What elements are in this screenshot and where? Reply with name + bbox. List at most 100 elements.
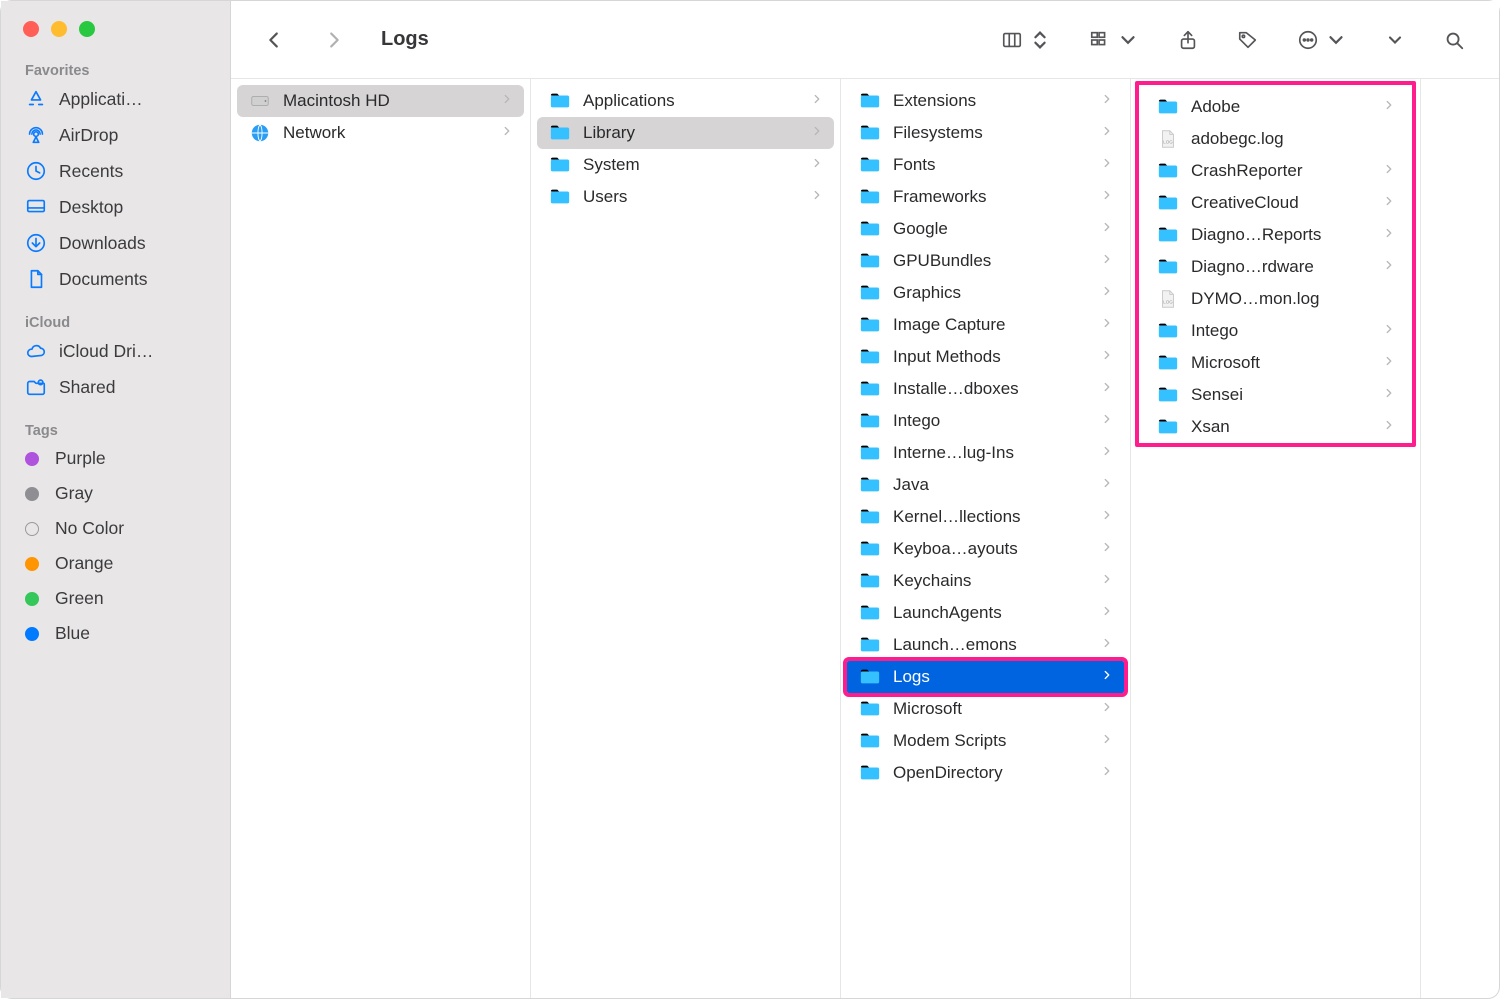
browser-row[interactable]: Applications	[537, 85, 834, 117]
chevron-right-icon	[1382, 97, 1396, 117]
folder-icon	[1157, 192, 1179, 214]
close-window-button[interactable]	[23, 21, 39, 37]
row-label: DYMO…mon.log	[1191, 289, 1396, 309]
browser-row[interactable]: Modem Scripts	[847, 725, 1124, 757]
browser-row[interactable]: CreativeCloud	[1145, 187, 1406, 219]
browser-row[interactable]: Installe…dboxes	[847, 373, 1124, 405]
browser-row[interactable]: Xsan	[1145, 411, 1406, 443]
browser-row[interactable]: Diagno…Reports	[1145, 219, 1406, 251]
file-icon	[1157, 288, 1179, 310]
browser-row[interactable]: CrashReporter	[1145, 155, 1406, 187]
group-mode-button[interactable]	[1075, 23, 1153, 57]
nav-back-button[interactable]	[249, 23, 299, 57]
browser-row[interactable]: OpenDirectory	[847, 757, 1124, 789]
browser-row[interactable]: Extensions	[847, 85, 1124, 117]
sidebar-tag-purple[interactable]: Purple	[9, 441, 222, 476]
row-label: Launch…emons	[893, 635, 1088, 655]
browser-row[interactable]: Adobe	[1145, 91, 1406, 123]
browser-row[interactable]: Sensei	[1145, 379, 1406, 411]
sidebar-item-doc[interactable]: Documents	[9, 261, 222, 297]
browser-row[interactable]: Google	[847, 213, 1124, 245]
sidebar-item-airdrop[interactable]: AirDrop	[9, 117, 222, 153]
folder-icon	[549, 90, 571, 112]
folder-icon	[859, 346, 881, 368]
sidebar-item-clock[interactable]: Recents	[9, 153, 222, 189]
tag-label: Green	[55, 588, 104, 609]
chevron-right-icon	[1100, 731, 1114, 751]
minimize-window-button[interactable]	[51, 21, 67, 37]
browser-row[interactable]: Microsoft	[847, 693, 1124, 725]
browser-row[interactable]: Intego	[1145, 315, 1406, 347]
chevron-right-icon	[1100, 251, 1114, 271]
browser-row[interactable]: LaunchAgents	[847, 597, 1124, 629]
browser-row[interactable]: Diagno…rdware	[1145, 251, 1406, 283]
browser-row[interactable]: Frameworks	[847, 181, 1124, 213]
sidebar-tag-green[interactable]: Green	[9, 581, 222, 616]
search-button[interactable]	[1429, 23, 1479, 57]
browser-row[interactable]: Keyboa…ayouts	[847, 533, 1124, 565]
sidebar-tag-no-color[interactable]: No Color	[9, 511, 222, 546]
tags-button[interactable]	[1223, 23, 1273, 57]
row-label: Google	[893, 219, 1088, 239]
browser-row[interactable]: Microsoft	[1145, 347, 1406, 379]
row-label: Frameworks	[893, 187, 1088, 207]
share-icon	[1177, 29, 1199, 51]
chevron-right-icon	[1100, 91, 1114, 111]
chevron-right-icon	[810, 123, 824, 143]
tag-label: Purple	[55, 448, 106, 469]
browser-row[interactable]: Library	[537, 117, 834, 149]
chevron-right-icon	[1100, 763, 1114, 783]
tag-label: Blue	[55, 623, 90, 644]
browser-row[interactable]: Interne…lug-Ins	[847, 437, 1124, 469]
browser-row[interactable]: Graphics	[847, 277, 1124, 309]
fullscreen-window-button[interactable]	[79, 21, 95, 37]
folder-icon	[859, 154, 881, 176]
nav-forward-button[interactable]	[309, 23, 359, 57]
globe-icon	[249, 122, 271, 144]
browser-row[interactable]: Intego	[847, 405, 1124, 437]
browser-row[interactable]: Java	[847, 469, 1124, 501]
view-mode-button[interactable]	[987, 23, 1065, 57]
row-label: Network	[283, 123, 488, 143]
browser-row[interactable]: Filesystems	[847, 117, 1124, 149]
sidebar-item-cloud[interactable]: iCloud Dri…	[9, 333, 222, 369]
browser-row[interactable]: Network	[237, 117, 524, 149]
actions-button[interactable]	[1283, 23, 1361, 57]
sidebar-tag-gray[interactable]: Gray	[9, 476, 222, 511]
sidebar-item-shared[interactable]: Shared	[9, 369, 222, 405]
row-label: Modem Scripts	[893, 731, 1088, 751]
browser-row[interactable]: Keychains	[847, 565, 1124, 597]
row-label: LaunchAgents	[893, 603, 1088, 623]
file-icon	[1157, 128, 1179, 150]
folder-icon	[859, 762, 881, 784]
row-label: Microsoft	[893, 699, 1088, 719]
browser-row[interactable]: Users	[537, 181, 834, 213]
sidebar-item-appstore[interactable]: Applicati…	[9, 81, 222, 117]
tag-dot-icon	[25, 487, 39, 501]
sidebar-tag-blue[interactable]: Blue	[9, 616, 222, 651]
sidebar-item-download[interactable]: Downloads	[9, 225, 222, 261]
folder-icon	[859, 282, 881, 304]
sidebar-item-desktop[interactable]: Desktop	[9, 189, 222, 225]
cloud-icon	[25, 340, 47, 362]
browser-row[interactable]: Fonts	[847, 149, 1124, 181]
browser-row[interactable]: Macintosh HD	[237, 85, 524, 117]
tag-dot-icon	[25, 627, 39, 641]
browser-row[interactable]: Logs	[847, 661, 1124, 693]
row-label: Intego	[893, 411, 1088, 431]
share-button[interactable]	[1163, 23, 1213, 57]
chevron-right-icon	[1100, 315, 1114, 335]
sidebar-item-label: Documents	[59, 269, 148, 290]
sidebar-tag-orange[interactable]: Orange	[9, 546, 222, 581]
browser-row[interactable]: Image Capture	[847, 309, 1124, 341]
folder-icon	[859, 378, 881, 400]
browser-row[interactable]: GPUBundles	[847, 245, 1124, 277]
browser-row[interactable]: System	[537, 149, 834, 181]
browser-row[interactable]: Launch…emons	[847, 629, 1124, 661]
browser-row[interactable]: adobegc.log	[1145, 123, 1406, 155]
overflow-button[interactable]	[1371, 24, 1419, 56]
chevron-right-icon	[1100, 347, 1114, 367]
browser-row[interactable]: Kernel…llections	[847, 501, 1124, 533]
browser-row[interactable]: DYMO…mon.log	[1145, 283, 1406, 315]
browser-row[interactable]: Input Methods	[847, 341, 1124, 373]
